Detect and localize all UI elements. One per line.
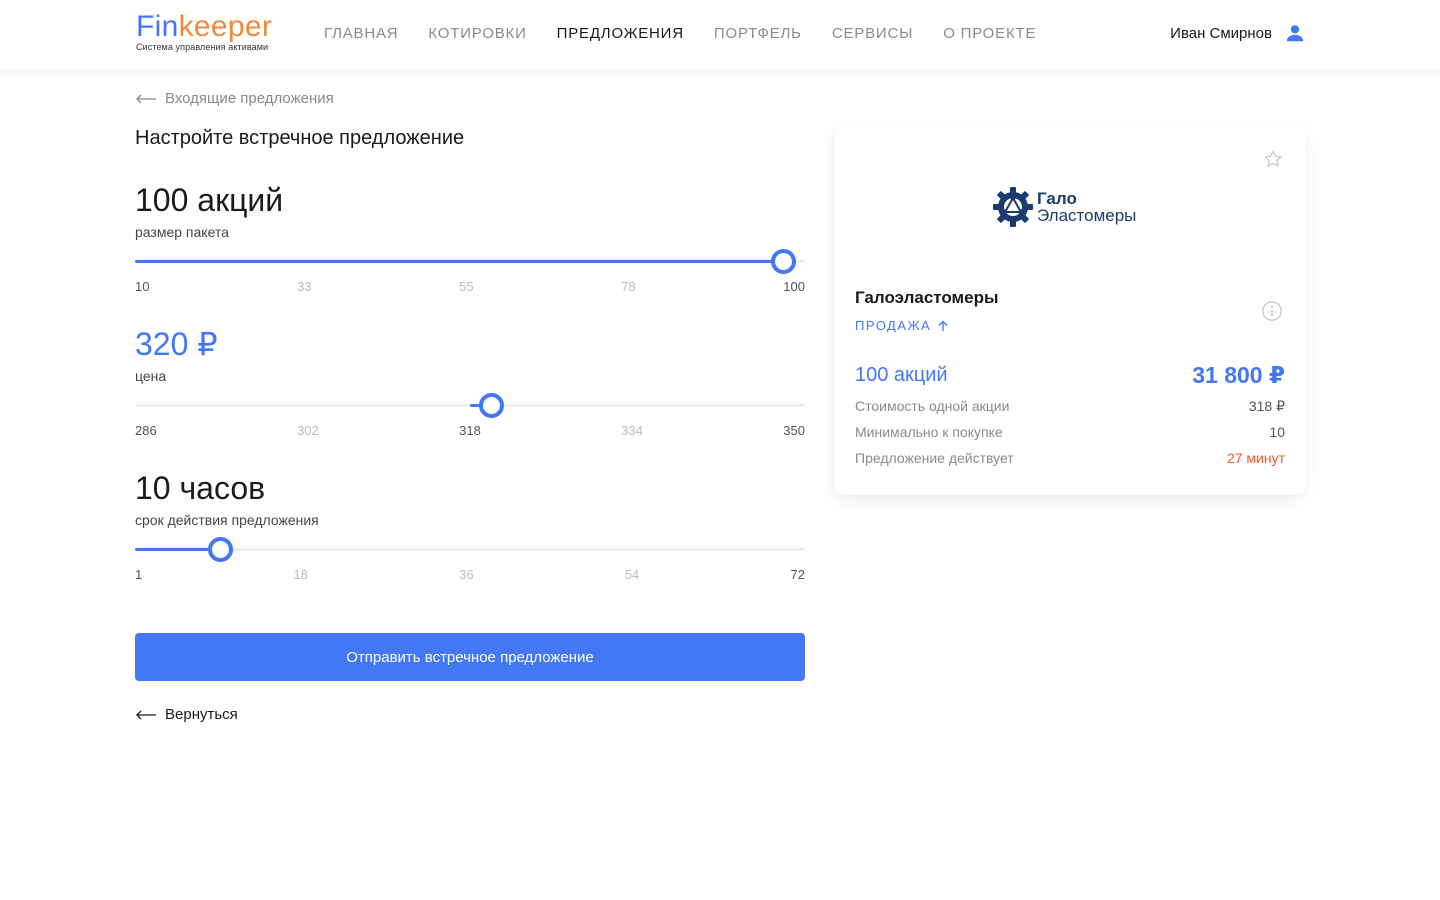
tick: 286 bbox=[135, 423, 157, 438]
breadcrumb-back[interactable]: Входящие предложения bbox=[135, 90, 334, 107]
company-logo-text: Гало Эластомеры bbox=[1037, 190, 1136, 224]
size-value: 100 акций bbox=[135, 182, 284, 218]
price-slider-handle[interactable] bbox=[478, 393, 504, 418]
row-value: 10 bbox=[1269, 424, 1285, 440]
price-value: 320 ₽ bbox=[135, 326, 218, 362]
tick: 10 bbox=[135, 279, 150, 294]
offer-row-expiry: Предложение действует 27 минут bbox=[855, 450, 1285, 466]
offer-card: Гало Эластомеры Галоэластомеры ПРОДАЖА 1… bbox=[835, 127, 1305, 495]
user-icon[interactable] bbox=[1284, 22, 1306, 44]
arrow-left-icon bbox=[136, 94, 156, 103]
user-name[interactable]: Иван Смирнов bbox=[1170, 25, 1272, 42]
back-link[interactable]: Вернуться bbox=[135, 706, 238, 723]
price-slider-ticks: 286 302 318 334 350 bbox=[135, 423, 805, 438]
row-value: 318 ₽ bbox=[1248, 398, 1285, 414]
tick: 18 bbox=[293, 567, 308, 582]
company-name: Галоэластомеры bbox=[855, 288, 999, 307]
size-slider-block: 100 акций размер пакета 10 33 55 78 100 bbox=[135, 180, 805, 294]
nav-quotes[interactable]: КОТИРОВКИ bbox=[428, 25, 526, 42]
price-slider-block: 320 ₽ цена 286 302 318 334 350 bbox=[135, 324, 805, 438]
offer-quantity: 100 акций bbox=[855, 364, 948, 386]
row-key: Предложение действует bbox=[855, 450, 1014, 466]
size-slider-fill bbox=[135, 260, 783, 263]
size-label: размер пакета bbox=[135, 224, 229, 240]
star-icon[interactable] bbox=[1263, 149, 1283, 169]
top-header: Finkeeper Система управления активами ГЛ… bbox=[0, 0, 1440, 70]
tick: 72 bbox=[790, 567, 805, 582]
tick: 100 bbox=[783, 279, 805, 294]
company-logo-line2: Эластомеры bbox=[1037, 206, 1137, 225]
nav-portfolio[interactable]: ПОРТФЕЛЬ bbox=[714, 25, 802, 42]
arrow-left-icon bbox=[136, 710, 156, 719]
finkeeper-logo[interactable]: Finkeeper Система управления активами bbox=[136, 10, 272, 52]
logo-word: Finkeeper bbox=[136, 10, 272, 44]
back-label[interactable]: Вернуться bbox=[165, 706, 238, 723]
tick: 54 bbox=[624, 567, 640, 582]
logo-keeper: keeper bbox=[178, 10, 273, 43]
size-slider-track[interactable] bbox=[135, 249, 805, 274]
offer-row-price-per-share: Стоимость одной акции 318 ₽ bbox=[855, 398, 1285, 415]
user-menu[interactable]: Иван Смирнов bbox=[1170, 22, 1306, 44]
duration-label: срок действия предложения bbox=[135, 512, 319, 528]
company-logo: Гало Эластомеры bbox=[991, 185, 1136, 229]
tick: 318 bbox=[459, 423, 481, 438]
tick: 33 bbox=[297, 279, 312, 294]
nav-about[interactable]: О ПРОЕКТЕ bbox=[943, 25, 1036, 42]
row-value-expiry: 27 минут bbox=[1226, 450, 1285, 466]
nav-offers[interactable]: ПРЕДЛОЖЕНИЯ bbox=[557, 25, 684, 42]
nav-services[interactable]: СЕРВИСЫ bbox=[832, 25, 913, 42]
tick: 302 bbox=[297, 423, 319, 438]
row-key: Минимально к покупке bbox=[855, 424, 1003, 440]
duration-slider-handle[interactable] bbox=[207, 537, 233, 562]
company-logo-line1: Гало bbox=[1037, 189, 1077, 208]
duration-value: 10 часов bbox=[135, 470, 266, 506]
arrow-up-icon bbox=[938, 320, 948, 331]
duration-slider-ticks: 1 18 36 54 72 bbox=[135, 567, 805, 582]
submit-counter-offer-button[interactable]: Отправить встречное предложение bbox=[135, 633, 805, 681]
logo-fin: Fin bbox=[136, 10, 179, 43]
duration-slider-track[interactable] bbox=[135, 537, 805, 562]
size-slider-ticks: 10 33 55 78 100 bbox=[135, 279, 805, 294]
tick: 350 bbox=[783, 423, 805, 438]
size-slider-handle[interactable] bbox=[770, 249, 796, 274]
logo-tagline: Система управления активами bbox=[136, 42, 269, 52]
tick: 36 bbox=[459, 567, 474, 582]
deal-type-badge: ПРОДАЖА bbox=[855, 318, 949, 333]
tick: 55 bbox=[459, 279, 474, 294]
gear-logo-icon bbox=[993, 187, 1033, 227]
offer-row-min-purchase: Минимально к покупке 10 bbox=[855, 424, 1285, 440]
nav-home[interactable]: ГЛАВНАЯ bbox=[324, 25, 398, 42]
duration-slider-block: 10 часов срок действия предложения 1 18 … bbox=[135, 468, 805, 582]
info-icon[interactable] bbox=[1261, 300, 1283, 322]
main-nav: ГЛАВНАЯ КОТИРОВКИ ПРЕДЛОЖЕНИЯ ПОРТФЕЛЬ С… bbox=[324, 25, 1066, 42]
row-key: Стоимость одной акции bbox=[855, 398, 1010, 414]
price-slider-track[interactable] bbox=[135, 393, 805, 418]
page-title: Настройте встречное предложение bbox=[135, 127, 465, 149]
breadcrumb-label[interactable]: Входящие предложения bbox=[165, 90, 334, 107]
price-label: цена bbox=[135, 368, 167, 384]
tick: 1 bbox=[135, 567, 143, 582]
tick: 334 bbox=[621, 423, 643, 438]
offer-total: 31 800 ₽ bbox=[1192, 362, 1285, 388]
deal-type-label: ПРОДАЖА bbox=[855, 318, 932, 333]
tick: 78 bbox=[621, 279, 636, 294]
